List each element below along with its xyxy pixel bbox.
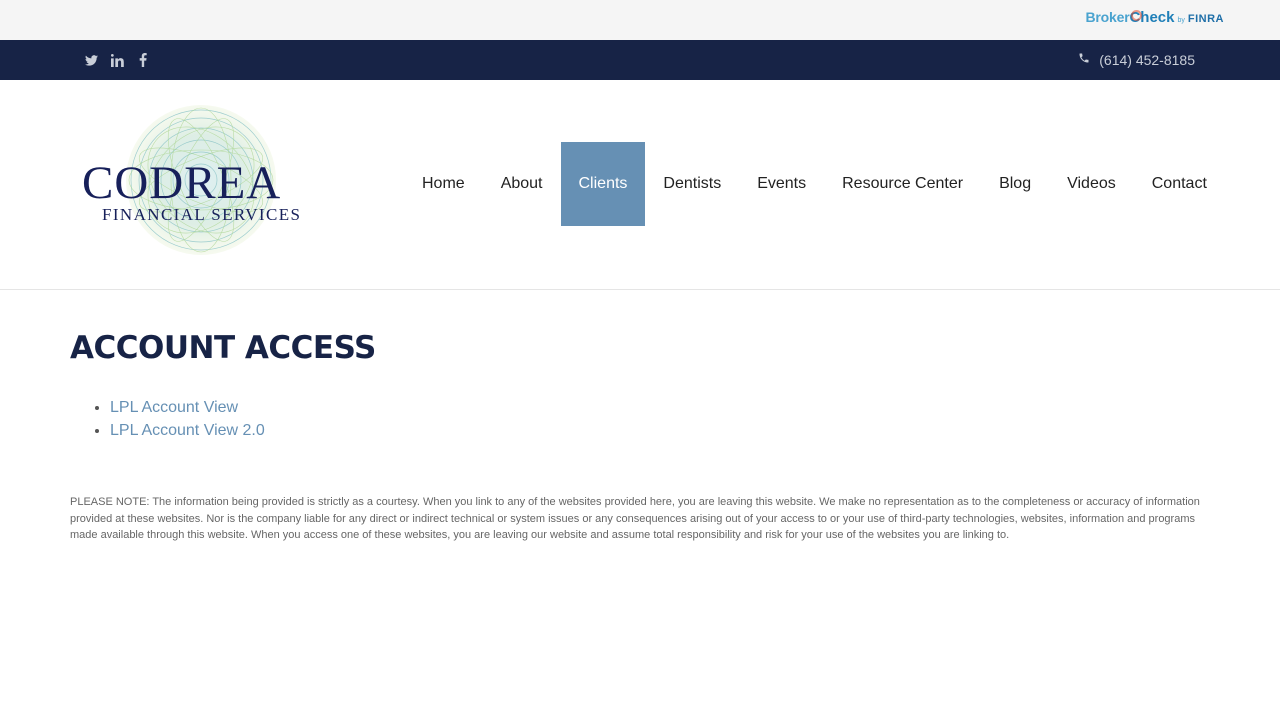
nav-item-events[interactable]: Events (739, 142, 824, 226)
account-links-list: LPL Account View LPL Account View 2.0 (110, 396, 1210, 442)
phone-text: (614) 452-8185 (1099, 52, 1195, 68)
utility-bar: (614) 452-8185 (0, 40, 1280, 80)
codrea-logo[interactable]: CODREA FINANCIAL SERVICES (80, 102, 322, 258)
nav-item-contact[interactable]: Contact (1134, 142, 1225, 226)
brokercheck-by-text: by (1177, 17, 1185, 24)
phone-number[interactable]: (614) 452-8185 (1078, 51, 1195, 69)
brokercheck-logo[interactable]: Broker Check by FINRA (1086, 9, 1224, 31)
twitter-icon[interactable] (84, 51, 98, 69)
phone-icon (1078, 51, 1090, 69)
linkedin-icon[interactable] (110, 51, 124, 69)
list-item: LPL Account View 2.0 (110, 419, 1210, 442)
nav-item-home[interactable]: Home (404, 142, 483, 226)
site-header: CODREA FINANCIAL SERVICES Home About Cli… (0, 80, 1280, 290)
nav-item-about[interactable]: About (483, 142, 561, 226)
top-bar: Broker Check by FINRA (0, 0, 1280, 40)
main-content: ACCOUNT ACCESS LPL Account View LPL Acco… (70, 290, 1210, 544)
nav-item-blog[interactable]: Blog (981, 142, 1049, 226)
page-title: ACCOUNT ACCESS (70, 330, 376, 366)
list-item: LPL Account View (110, 396, 1210, 419)
main-navigation: Home About Clients Dentists Events Resou… (404, 142, 1225, 226)
lpl-account-view-link[interactable]: LPL Account View (110, 399, 238, 416)
nav-item-dentists[interactable]: Dentists (645, 142, 739, 226)
disclaimer-text: PLEASE NOTE: The information being provi… (70, 496, 1200, 541)
logo-tagline: FINANCIAL SERVICES (102, 205, 302, 224)
brokercheck-check-text: Check (1129, 9, 1175, 26)
logo-name: CODREA (82, 157, 282, 209)
lpl-account-view-2-link[interactable]: LPL Account View 2.0 (110, 422, 265, 439)
brokercheck-broker-text: Broker (1085, 9, 1130, 25)
social-links (84, 51, 150, 69)
facebook-icon[interactable] (136, 51, 150, 69)
nav-item-resource-center[interactable]: Resource Center (824, 142, 981, 226)
nav-item-clients[interactable]: Clients (560, 142, 646, 226)
nav-item-videos[interactable]: Videos (1049, 142, 1134, 226)
brokercheck-finra-text: FINRA (1187, 13, 1224, 25)
